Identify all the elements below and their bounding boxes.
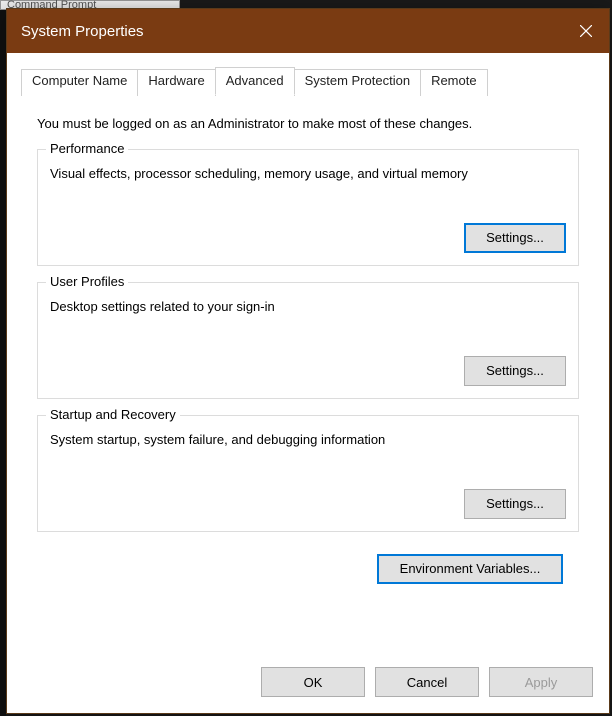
user-profiles-group: User Profiles Desktop settings related t…	[37, 282, 579, 399]
tab-strip: Computer Name Hardware Advanced System P…	[7, 53, 609, 94]
performance-settings-button[interactable]: Settings...	[464, 223, 566, 253]
ok-button[interactable]: OK	[261, 667, 365, 697]
tab-system-protection[interactable]: System Protection	[294, 69, 422, 96]
user-profiles-group-desc: Desktop settings related to your sign-in	[50, 299, 566, 316]
performance-group: Performance Visual effects, processor sc…	[37, 149, 579, 266]
cancel-button[interactable]: Cancel	[375, 667, 479, 697]
tab-content-area: You must be logged on as an Administrato…	[21, 94, 595, 639]
environment-variables-button[interactable]: Environment Variables...	[377, 554, 563, 584]
window-title: System Properties	[21, 23, 144, 40]
tab-advanced[interactable]: Advanced	[215, 67, 295, 95]
performance-group-title: Performance	[46, 141, 128, 156]
close-icon	[580, 25, 592, 37]
startup-recovery-group-title: Startup and Recovery	[46, 407, 180, 422]
startup-recovery-group: Startup and Recovery System startup, sys…	[37, 415, 579, 532]
dialog-button-row: OK Cancel Apply	[7, 653, 609, 713]
startup-recovery-settings-button[interactable]: Settings...	[464, 489, 566, 519]
performance-group-desc: Visual effects, processor scheduling, me…	[50, 166, 566, 183]
performance-button-row: Settings...	[50, 223, 566, 253]
startup-recovery-button-row: Settings...	[50, 489, 566, 519]
tab-remote[interactable]: Remote	[420, 69, 488, 96]
user-profiles-group-title: User Profiles	[46, 274, 128, 289]
close-button[interactable]	[563, 9, 609, 53]
tab-hardware[interactable]: Hardware	[137, 69, 215, 96]
environment-variables-row: Environment Variables...	[37, 548, 579, 584]
admin-notice-text: You must be logged on as an Administrato…	[37, 116, 579, 131]
apply-button: Apply	[489, 667, 593, 697]
startup-recovery-group-desc: System startup, system failure, and debu…	[50, 432, 566, 449]
advanced-tab-content: You must be logged on as an Administrato…	[21, 94, 595, 594]
tab-computer-name[interactable]: Computer Name	[21, 69, 138, 96]
user-profiles-settings-button[interactable]: Settings...	[464, 356, 566, 386]
user-profiles-button-row: Settings...	[50, 356, 566, 386]
system-properties-dialog: System Properties Computer Name Hardware…	[6, 8, 610, 714]
titlebar: System Properties	[7, 9, 609, 53]
